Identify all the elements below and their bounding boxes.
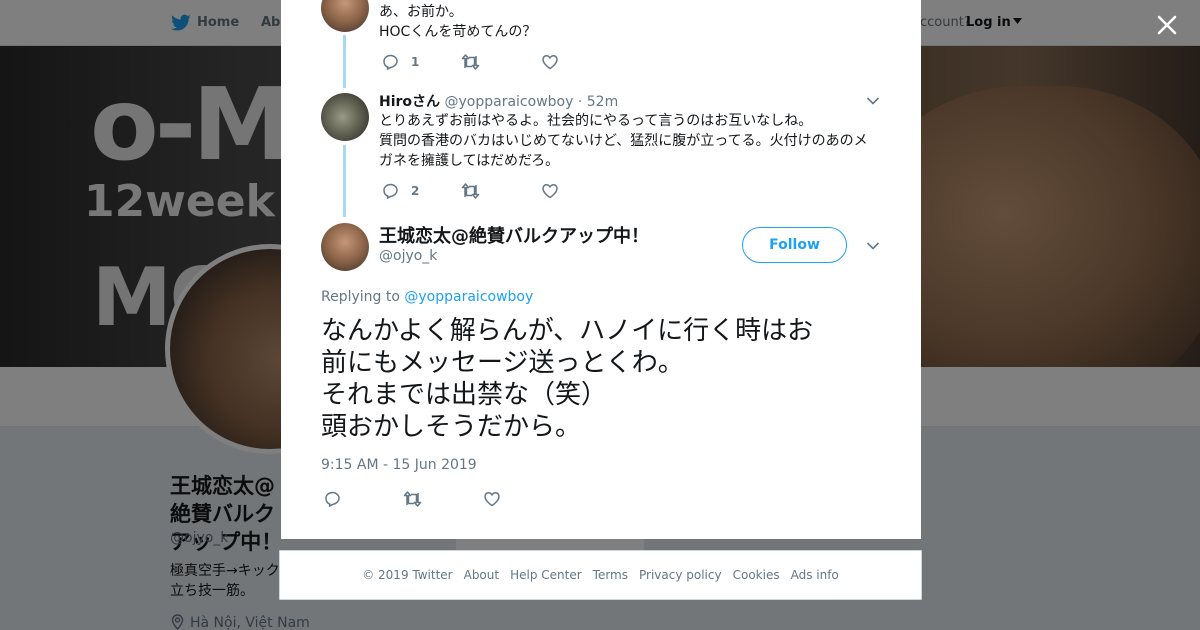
retweet-button[interactable] (461, 182, 480, 200)
replying-to: Replying to @yopparaicowboy (321, 289, 533, 305)
main-tweet-user-handle[interactable]: @ojyo_k (379, 248, 437, 264)
follow-button[interactable]: Follow (742, 227, 847, 263)
main-tweet-text-line1: なんかよく解らんが、ハノイに行く時はお (321, 316, 814, 346)
replying-prefix: Replying to (321, 289, 400, 305)
reply-button[interactable]: 1 (382, 53, 419, 71)
reply-icon (383, 54, 398, 70)
footer-link-terms[interactable]: Terms (593, 568, 628, 582)
footer-link-cookies[interactable]: Cookies (733, 568, 780, 582)
tweet-header: Hiroさん @yopparaicowboy · 52m (379, 91, 618, 111)
footer-copyright: © 2019 Twitter (362, 568, 453, 582)
chevron-down-icon[interactable] (866, 241, 880, 251)
like-button[interactable] (483, 490, 501, 508)
retweet-icon (461, 183, 480, 199)
retweet-icon (403, 491, 422, 507)
avatar[interactable] (321, 223, 369, 271)
like-button[interactable] (541, 53, 559, 71)
reply-button[interactable]: 2 (382, 182, 419, 200)
tweet-permalink-modal: あ、お前か。 HOCくんを苛めてんの？ 1 Hiroさん @yopparaico… (281, 0, 921, 539)
user-handle[interactable]: @yopparaicowboy (445, 94, 574, 110)
reply-count: 1 (411, 55, 420, 69)
footer-link-about[interactable]: About (464, 568, 499, 582)
hiro-reply-text-line3: ガネを擁護してはだめだろ。 (379, 153, 560, 169)
heart-icon (542, 55, 558, 70)
footer-link-help-center[interactable]: Help Center (510, 568, 582, 582)
prev-reply-text-line2: HOCくんを苛めてんの？ (379, 24, 537, 40)
footer-link-privacy[interactable]: Privacy policy (639, 568, 722, 582)
main-tweet-text-line2: 前にもメッセージ送っとくわ。 (321, 348, 684, 378)
reply-icon (325, 491, 340, 507)
close-icon[interactable] (1155, 13, 1179, 37)
main-tweet-text-line3: それまでは出禁な（笑） (321, 380, 608, 410)
retweet-icon (461, 54, 480, 70)
avatar[interactable] (321, 0, 369, 32)
chevron-down-icon[interactable] (866, 96, 880, 106)
reply-count: 2 (411, 184, 420, 198)
thread-connector (343, 145, 346, 217)
retweet-button[interactable] (461, 53, 480, 71)
hiro-reply-text-line1: とりあえずお前はやるよ。社会的にやるって言うのはお互いなしね。 (379, 113, 813, 129)
prev-reply-text-line1: あ、お前か。 (379, 4, 463, 20)
hiro-reply-text-line2: 質問の香港のバカはいじめてないけど、猛烈に腹が立ってる。火付けのあのメ (379, 133, 868, 149)
retweet-button[interactable] (403, 490, 422, 508)
thread-connector (343, 35, 346, 88)
heart-icon (542, 184, 558, 199)
like-button[interactable] (541, 182, 559, 200)
tweet-time[interactable]: 52m (587, 94, 618, 110)
tweet-timestamp[interactable]: 9:15 AM - 15 Jun 2019 (321, 457, 477, 473)
reply-button[interactable] (324, 490, 341, 508)
avatar[interactable] (321, 93, 369, 141)
reply-icon (383, 183, 398, 199)
user-name[interactable]: Hiroさん (379, 94, 440, 110)
separator-dot: · (577, 94, 583, 110)
main-tweet-user-name[interactable]: 王城恋太@絶賛バルクアップ中！ (379, 222, 649, 248)
modal-footer: © 2019 Twitter About Help Center Terms P… (279, 550, 922, 600)
footer-link-ads-info[interactable]: Ads info (791, 568, 839, 582)
main-tweet-text-line4: 頭おかしそうだから。 (321, 412, 582, 442)
main-tweet-text: なんかよく解らんが、ハノイに行く時はお 前にもメッセージ送っとくわ。 それまでは… (321, 315, 881, 443)
heart-icon (484, 492, 500, 507)
replying-to-link[interactable]: @yopparaicowboy (404, 289, 533, 305)
